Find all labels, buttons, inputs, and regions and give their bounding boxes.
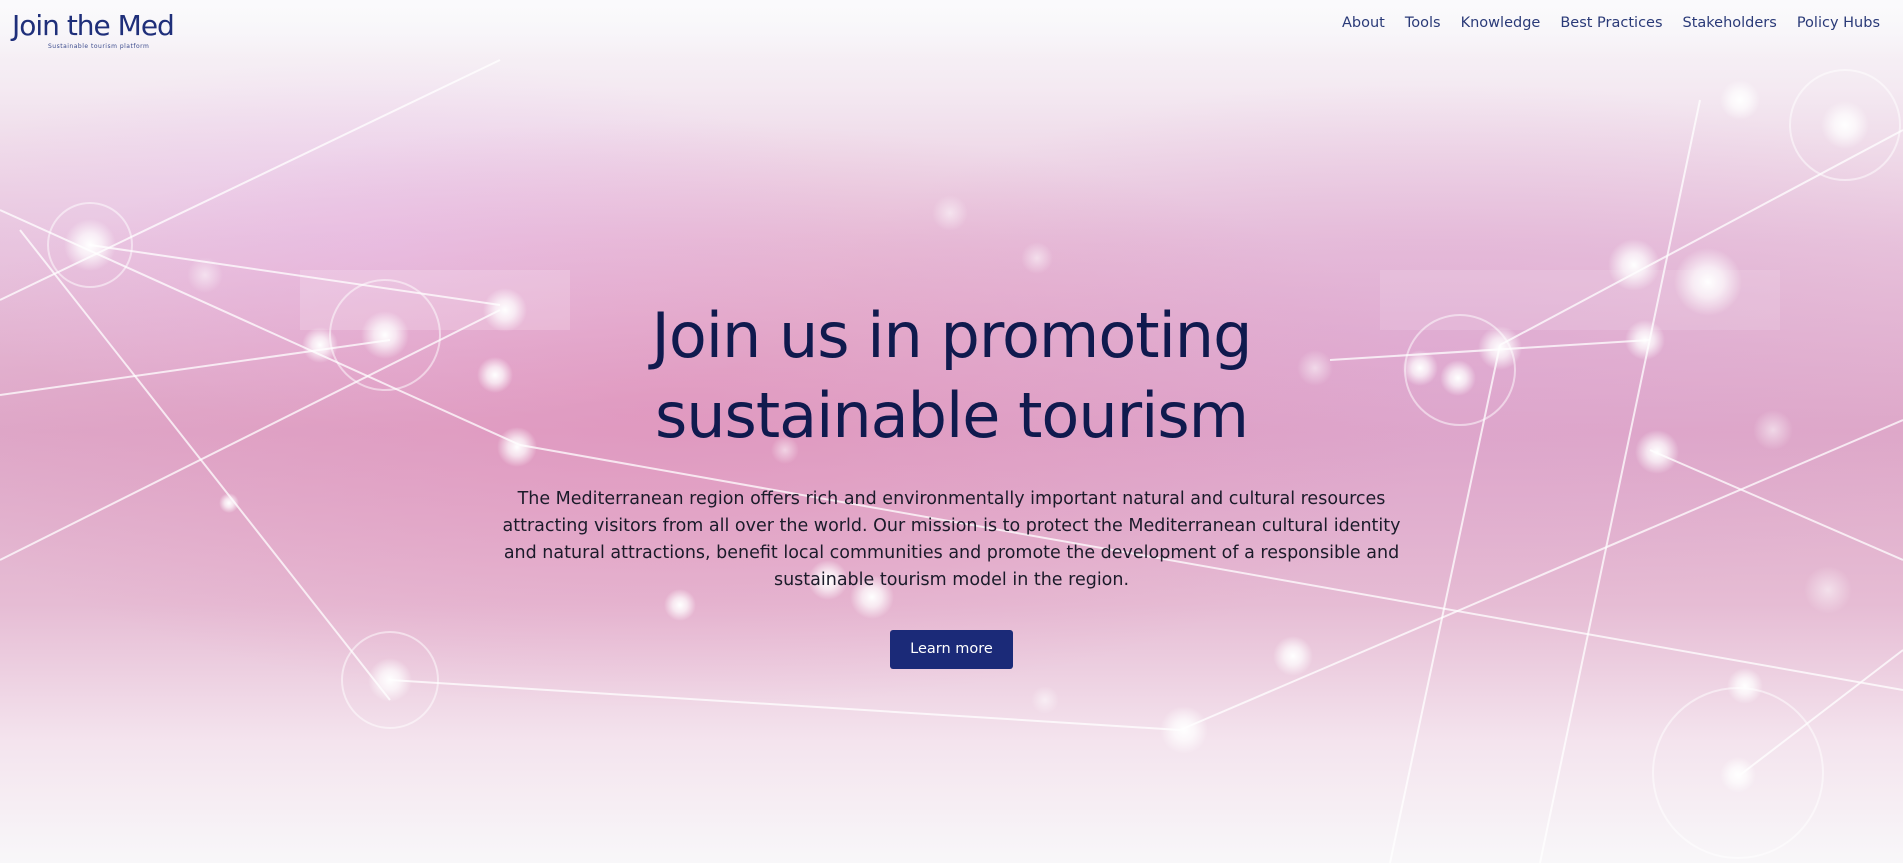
nav-item-tools[interactable]: Tools bbox=[1405, 13, 1441, 33]
hero-title: Join us in promoting sustainable tourism bbox=[651, 299, 1253, 452]
nav-item-about[interactable]: About bbox=[1342, 13, 1385, 33]
logo-wordmark: Join the Med bbox=[12, 9, 175, 42]
hero-description: The Mediterranean region offers rich and… bbox=[502, 489, 1401, 590]
page: Join the Med Sustainable tourism platfor… bbox=[0, 0, 1903, 863]
header-bar: Join the Med Sustainable tourism platfor… bbox=[0, 0, 1903, 56]
logo[interactable]: Join the Med Sustainable tourism platfor… bbox=[12, 8, 187, 54]
nav-item-best-practices[interactable]: Best Practices bbox=[1560, 13, 1662, 33]
learn-more-button[interactable]: Learn more bbox=[890, 630, 1013, 669]
nav-item-stakeholders[interactable]: Stakeholders bbox=[1683, 13, 1777, 33]
hero-section: Join us in promoting sustainable tourism… bbox=[0, 296, 1903, 669]
nav-item-knowledge[interactable]: Knowledge bbox=[1461, 13, 1541, 33]
main-navigation: About Tools Knowledge Best Practices Sta… bbox=[1322, 13, 1880, 33]
logo-tagline: Sustainable tourism platform bbox=[48, 43, 150, 50]
nav-item-policy-hubs[interactable]: Policy Hubs bbox=[1797, 13, 1880, 33]
